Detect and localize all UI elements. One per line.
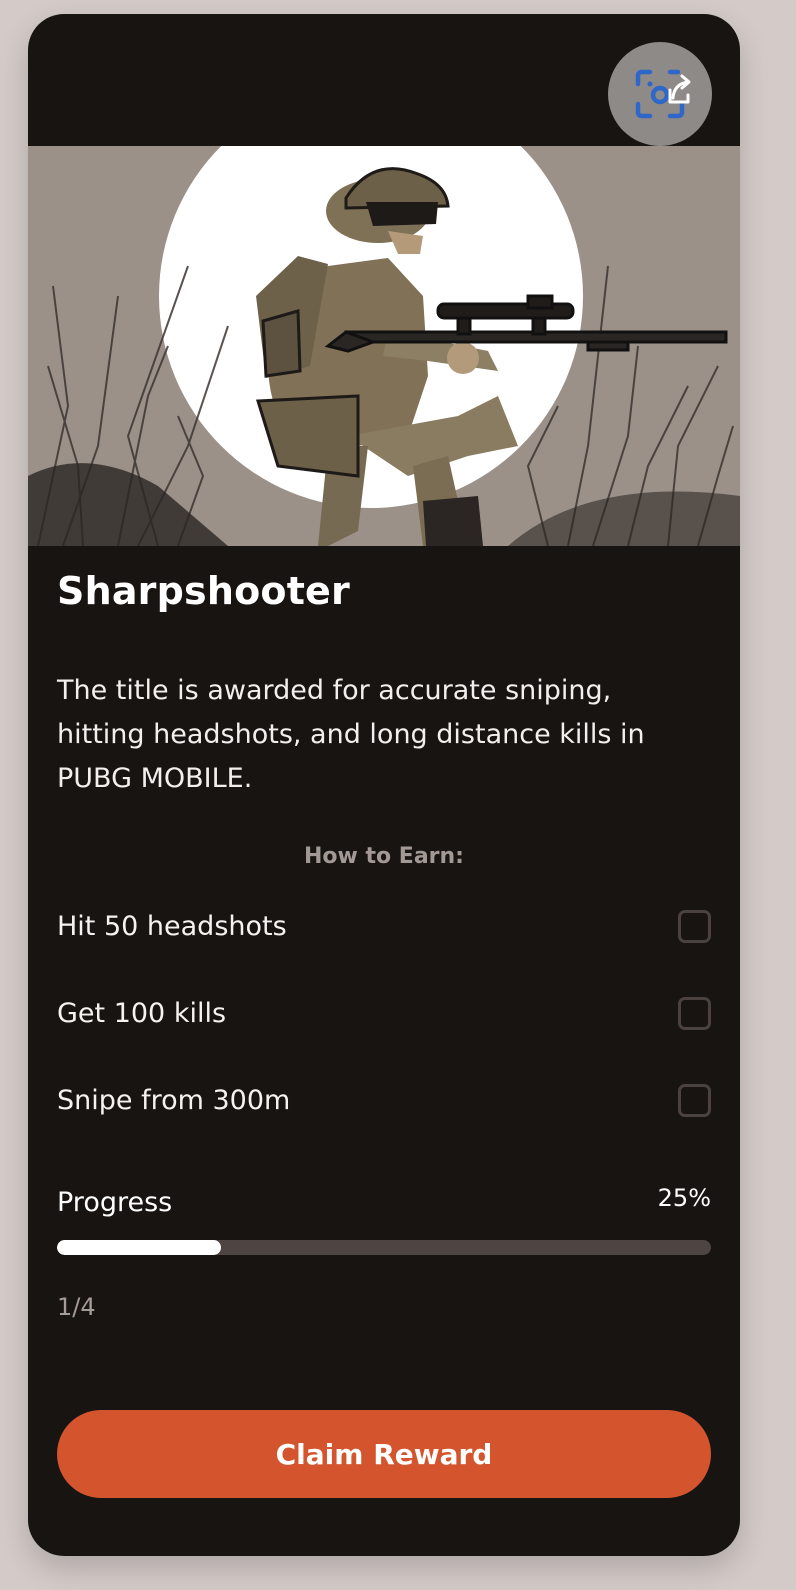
how-to-earn-heading: How to Earn: [304, 844, 464, 869]
achievement-title: Sharpshooter [57, 569, 350, 613]
soldier-sniper-illustration [28, 146, 740, 546]
claim-reward-button[interactable]: Claim Reward [57, 1410, 711, 1498]
task-checkbox[interactable] [678, 909, 711, 943]
progress-count: 1/4 [57, 1293, 96, 1321]
task-item: Snipe from 300m [57, 1080, 711, 1120]
task-label: Hit 50 headshots [57, 910, 287, 942]
hero-image [28, 146, 740, 546]
progress-label: Progress [57, 1187, 173, 1218]
task-checkbox[interactable] [678, 996, 711, 1030]
task-label: Get 100 kills [57, 997, 227, 1029]
task-item: Hit 50 headshots [57, 906, 711, 946]
task-checkbox[interactable] [678, 1083, 711, 1117]
progress-percent: 25% [657, 1184, 711, 1212]
task-item: Get 100 kills [57, 993, 711, 1033]
share-camera-icon [635, 69, 691, 119]
task-label: Snipe from 300m [57, 1084, 291, 1116]
achievement-description: The title is awarded for accurate snipin… [57, 675, 645, 794]
progress-bar [57, 1240, 711, 1255]
achievement-card: Sharpshooter The title is awarded for ac… [28, 14, 740, 1556]
share-button[interactable] [608, 42, 712, 146]
progress-bar-fill [57, 1240, 221, 1255]
